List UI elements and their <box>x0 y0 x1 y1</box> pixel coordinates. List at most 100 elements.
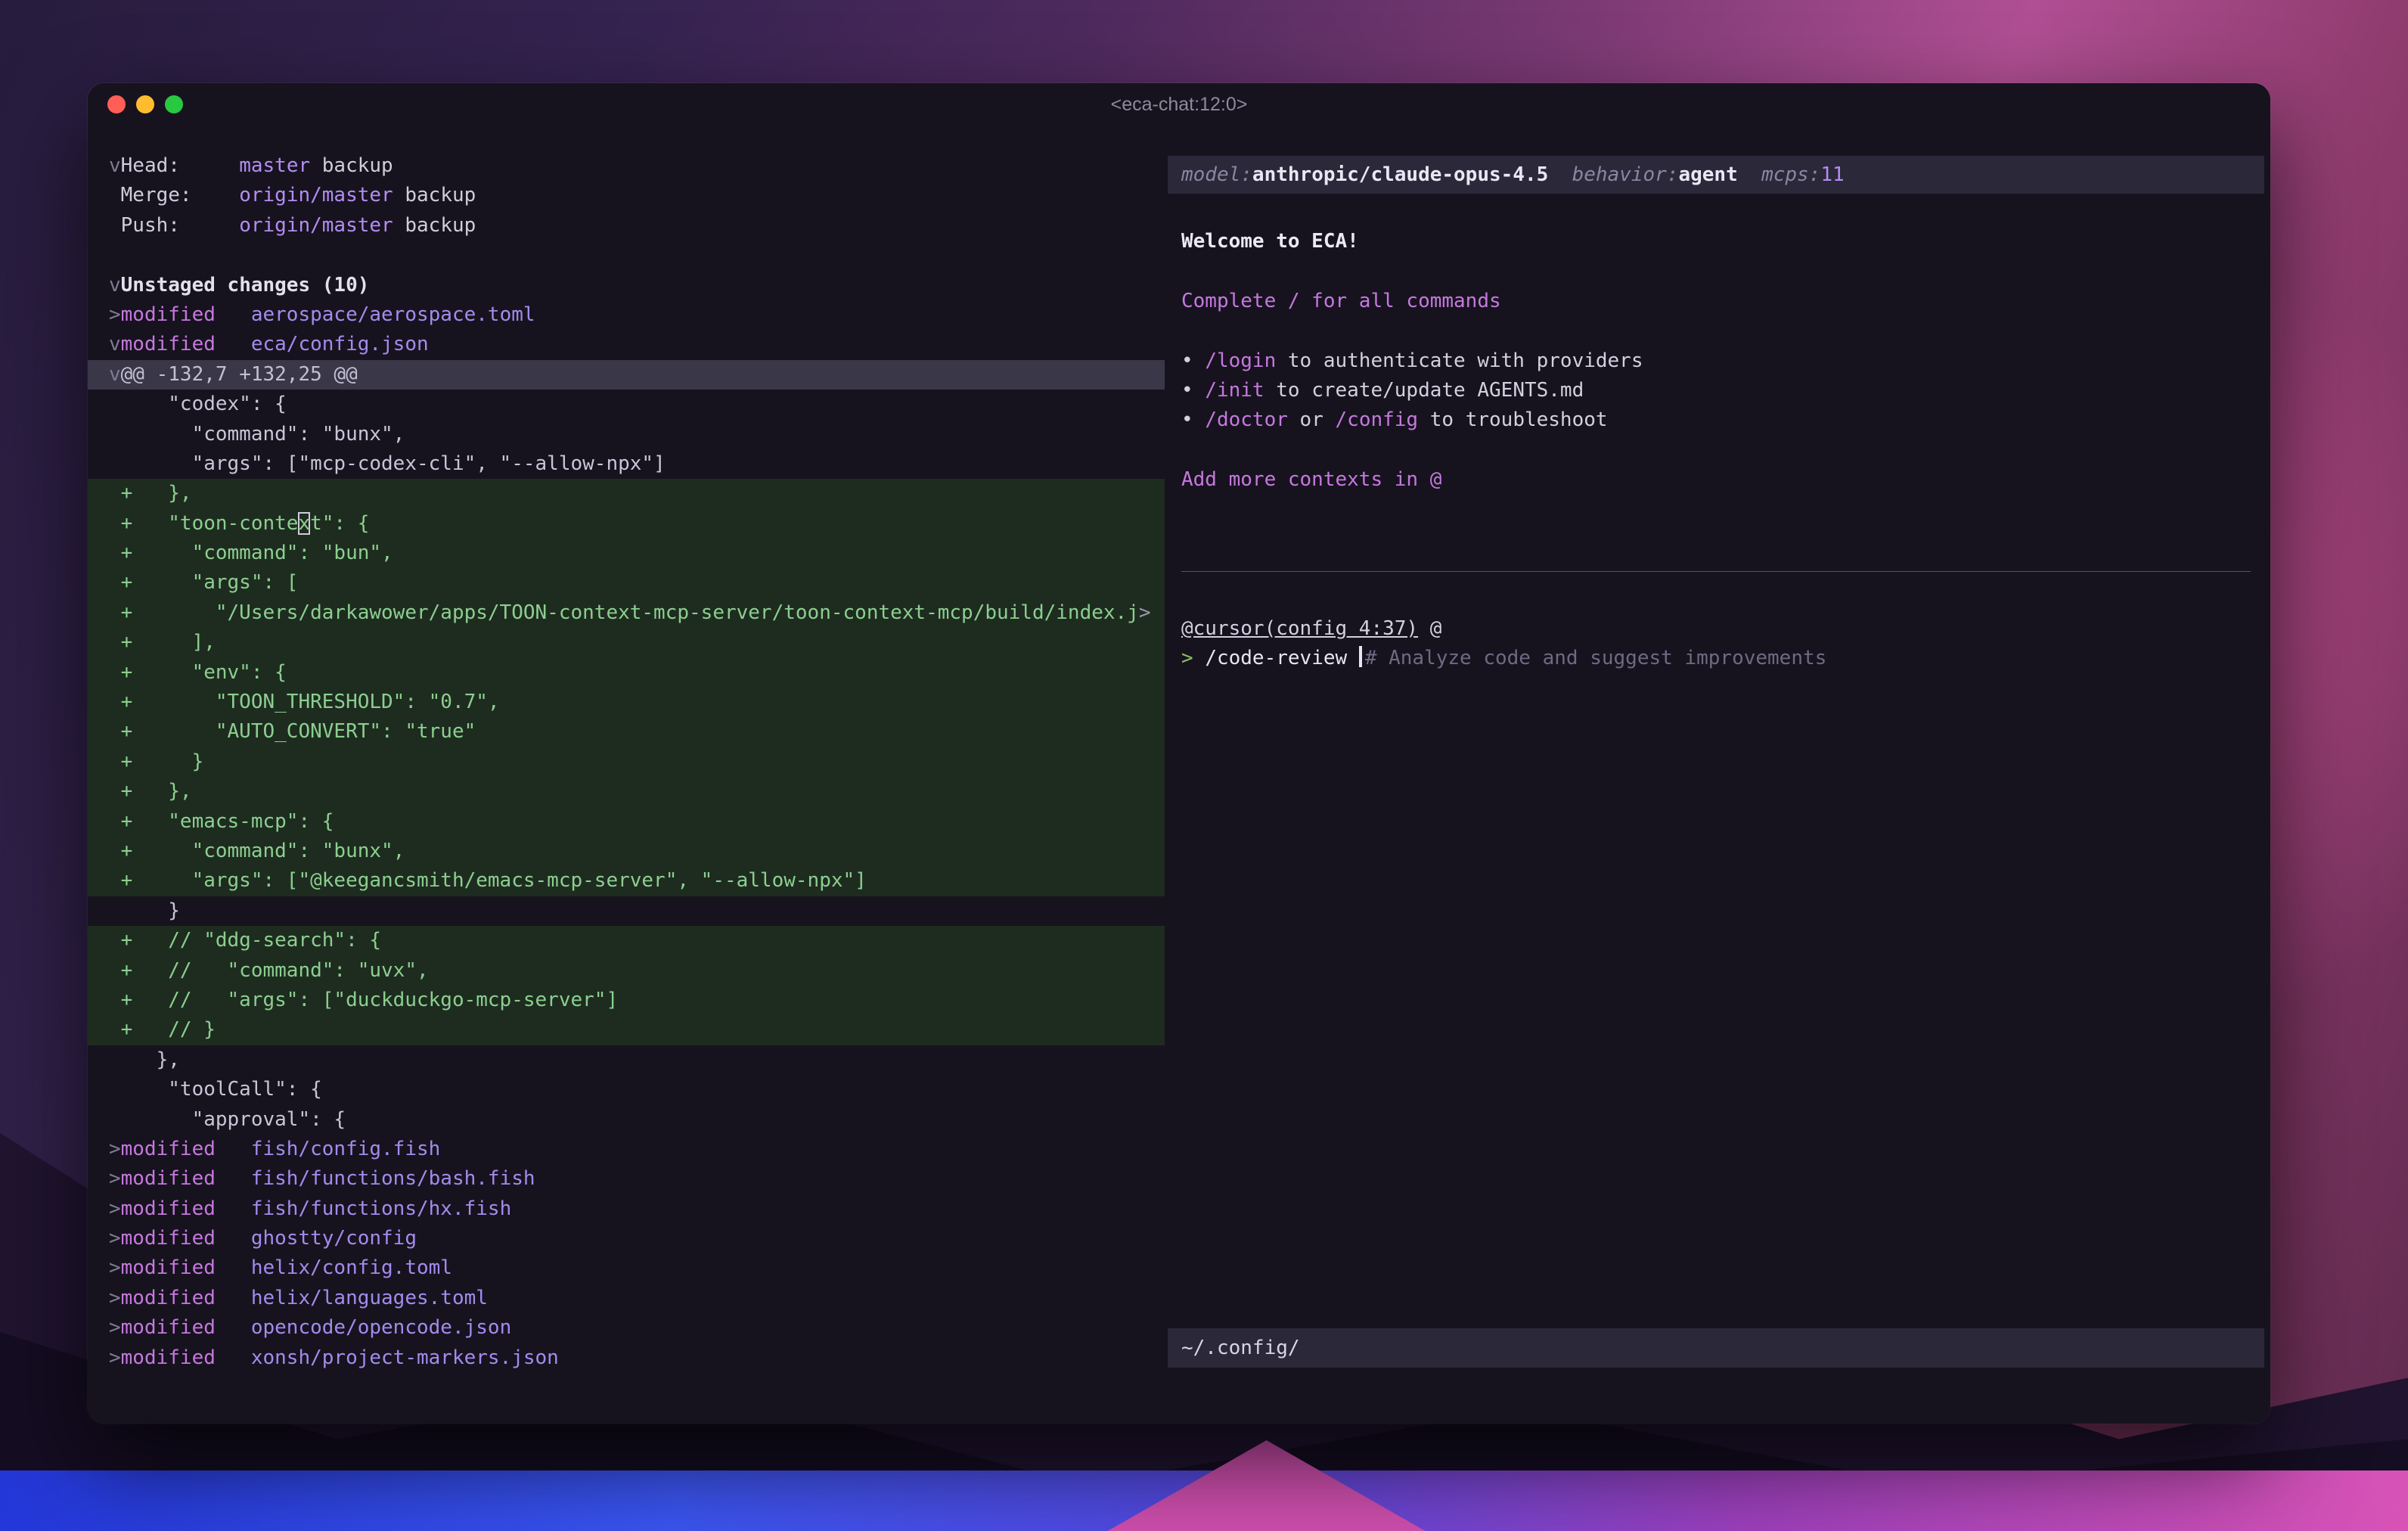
model-value: anthropic/claude-opus-4.5 <box>1252 163 1548 186</box>
text-segment: modified <box>121 1138 251 1160</box>
text-segment: fish/functions/bash.fish <box>251 1167 535 1190</box>
text-segment: backup <box>310 154 393 177</box>
text-segment: "command": "bunx", <box>109 423 405 446</box>
text-line[interactable]: + ], <box>88 628 1165 657</box>
text-segment: @cursor(config 4:37) <box>1181 617 1418 640</box>
text-segment: + "env": { <box>109 661 287 684</box>
text-line[interactable]: + }, <box>88 479 1165 508</box>
text-line <box>1168 554 2270 584</box>
text-cursor <box>1359 646 1362 667</box>
text-line[interactable]: "args": ["mcp-codex-cli", "--allow-npx"] <box>88 449 1165 479</box>
text-segment: backup <box>393 184 476 207</box>
text-line[interactable]: >modified helix/config.toml <box>88 1253 1165 1283</box>
text-segment: modified <box>121 1316 251 1339</box>
text-line <box>1168 585 2270 614</box>
text-line[interactable]: vUnstaged changes (10) <box>88 271 1165 300</box>
text-line[interactable]: + "env": { <box>88 658 1165 688</box>
text-line[interactable]: + "toon-context": { <box>88 509 1165 539</box>
text-line[interactable]: + "TOON_THRESHOLD": "0.7", <box>88 688 1165 717</box>
text-line[interactable]: >modified ghostty/config <box>88 1224 1165 1253</box>
text-segment: xonsh/project-markers.json <box>251 1346 559 1369</box>
chat-input-line[interactable]: > /code-review # Analyze code and sugges… <box>1168 644 2270 673</box>
separator-line <box>1181 571 2251 572</box>
text-line[interactable]: "command": "bunx", <box>88 420 1165 449</box>
text-segment: + "command": "bun", <box>109 542 393 564</box>
text-segment: + }, <box>109 482 192 505</box>
text-line[interactable]: + // "command": "uvx", <box>88 956 1165 986</box>
context-chip-line[interactable]: @cursor(config 4:37) @ <box>1168 614 2270 644</box>
text-segment: + "toon-conte <box>109 512 298 535</box>
text-segment: • <box>1181 379 1205 402</box>
text-segment: > <box>109 303 121 326</box>
text-line[interactable]: + }, <box>88 777 1165 806</box>
text-segment: helix/languages.toml <box>251 1287 488 1309</box>
text-line[interactable]: "approval": { <box>88 1105 1165 1135</box>
working-directory: ~/.config/ <box>1181 1337 1300 1359</box>
text-segment: > <box>1181 647 1205 669</box>
text-line[interactable]: >modified aerospace/aerospace.toml <box>88 300 1165 330</box>
text-line[interactable]: >modified opencode/opencode.json <box>88 1313 1165 1343</box>
text-segment: Merge: <box>121 184 240 207</box>
window-titlebar[interactable]: <eca-chat:12:0> <box>88 83 2270 126</box>
text-line[interactable]: Push: origin/master backup <box>88 211 1165 241</box>
text-line[interactable]: + "/Users/darkawower/apps/TOON-context-m… <box>88 598 1165 628</box>
text-line[interactable]: vmodified eca/config.json <box>88 330 1165 359</box>
hint-login: • /login to authenticate with providers <box>1168 346 2270 376</box>
text-segment: • <box>1181 408 1205 431</box>
text-segment: + "args": ["@keegancsmith/emacs-mcp-serv… <box>109 869 867 892</box>
text-line[interactable] <box>88 241 1165 270</box>
text-line[interactable]: >modified fish/functions/bash.fish <box>88 1164 1165 1194</box>
chat-model-header[interactable]: model:anthropic/claude-opus-4.5 behavior… <box>1168 156 2264 194</box>
text-segment: to troubleshoot <box>1418 408 1607 431</box>
text-line[interactable]: Merge: origin/master backup <box>88 181 1165 210</box>
text-segment: modified <box>121 1227 251 1250</box>
close-button[interactable] <box>107 95 126 113</box>
text-line[interactable]: + "command": "bunx", <box>88 837 1165 866</box>
text-segment: > <box>109 1227 121 1250</box>
text-line[interactable]: vHead: master backup <box>88 151 1165 181</box>
chat-statusbar: ~/.config/ <box>1168 1328 2264 1368</box>
text-line[interactable]: + // "ddg-search": { <box>88 926 1165 955</box>
text-segment: v <box>109 274 121 297</box>
text-line[interactable]: >modified fish/config.fish <box>88 1135 1165 1164</box>
text-segment: modified <box>121 303 251 326</box>
text-line[interactable]: } <box>88 896 1165 926</box>
text-segment: Welcome to ECA! <box>1181 230 1359 253</box>
text-line[interactable]: "codex": { <box>88 390 1165 419</box>
text-line[interactable]: + "command": "bun", <box>88 539 1165 568</box>
minimize-button[interactable] <box>136 95 154 113</box>
text-segment: > <box>109 1316 121 1339</box>
text-segment: > <box>109 1167 121 1190</box>
text-segment: } <box>109 899 180 922</box>
text-line[interactable]: + "AUTO_CONVERT": "true" <box>88 717 1165 747</box>
text-line[interactable]: >modified fish/functions/hx.fish <box>88 1194 1165 1224</box>
text-line[interactable]: + } <box>88 747 1165 777</box>
text-line[interactable]: "toolCall": { <box>88 1075 1165 1104</box>
text-line[interactable]: >modified xonsh/project-markers.json <box>88 1343 1165 1373</box>
text-segment: > <box>109 1256 121 1279</box>
text-segment: }, <box>109 1048 180 1071</box>
text-segment: + "TOON_THRESHOLD": "0.7", <box>109 691 500 713</box>
text-line[interactable]: }, <box>88 1045 1165 1075</box>
text-line[interactable]: v@@ -132,7 +132,25 @@ <box>88 360 1165 390</box>
text-line[interactable]: + "emacs-mcp": { <box>88 807 1165 837</box>
magit-status-buffer[interactable]: vHead: master backup Merge: origin/maste… <box>88 126 1165 1424</box>
text-line[interactable]: >modified helix/languages.toml <box>88 1284 1165 1313</box>
text-line[interactable]: + "args": ["@keegancsmith/emacs-mcp-serv… <box>88 866 1165 896</box>
text-line[interactable]: + "args": [ <box>88 568 1165 598</box>
text-segment: "args": ["mcp-codex-cli", "--allow-npx"] <box>109 452 666 475</box>
text-segment: + // "command": "uvx", <box>109 959 429 982</box>
text-segment: origin/master <box>239 214 393 237</box>
text-segment: fish/functions/hx.fish <box>251 1197 511 1220</box>
text-segment: "approval": { <box>109 1108 346 1131</box>
text-line[interactable]: + // "args": ["duckduckgo-mcp-server"] <box>88 986 1165 1015</box>
text-segment: aerospace/aerospace.toml <box>251 303 535 326</box>
text-segment: origin/master <box>239 184 393 207</box>
text-segment: + // "ddg-search": { <box>109 929 381 952</box>
text-segment: modified <box>121 1167 251 1190</box>
text-segment: + // } <box>109 1018 216 1041</box>
zoom-button[interactable] <box>165 95 183 113</box>
text-segment: opencode/opencode.json <box>251 1316 511 1339</box>
text-line[interactable]: + // } <box>88 1015 1165 1045</box>
text-segment: or <box>1288 408 1336 431</box>
